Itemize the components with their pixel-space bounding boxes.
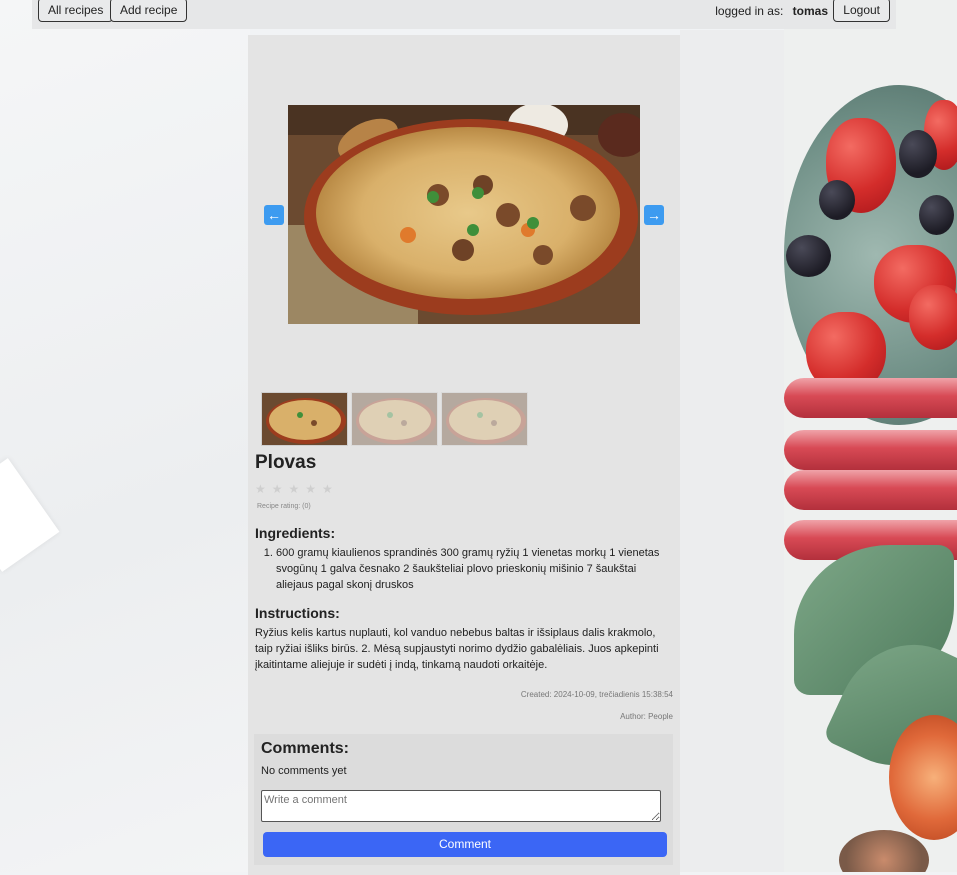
comments-section: Comments: No comments yet Comment	[254, 734, 673, 865]
author-name: Author: People	[620, 712, 673, 721]
instructions-text: Ryžius kelis kartus nuplauti, kol vanduo…	[255, 627, 659, 671]
login-status: logged in as: tomas	[715, 4, 828, 18]
star-rating[interactable]: ★★★★★	[255, 482, 339, 496]
ingredients-list: 600 gramų kiaulienos sprandinės 300 gram…	[276, 545, 666, 593]
instructions-heading: Instructions:	[255, 605, 340, 621]
arrow-right-icon[interactable]: →	[644, 205, 664, 225]
add-recipe-button[interactable]: Add recipe	[110, 0, 188, 22]
right-panel	[680, 30, 784, 872]
created-date: Created: 2024-10-09, trečiadienis 15:38:…	[520, 690, 673, 699]
logout-button[interactable]: Logout	[833, 0, 890, 22]
no-comments-text: No comments yet	[261, 765, 347, 777]
carousel-thumbnails	[261, 392, 528, 446]
background-food-image	[784, 0, 957, 872]
username: tomas	[792, 4, 828, 18]
all-recipes-button[interactable]: All recipes	[38, 0, 114, 22]
carousel-thumbnail-1[interactable]	[261, 392, 348, 446]
top-navbar: All recipes Add recipe logged in as: tom…	[32, 0, 896, 29]
comments-heading: Comments:	[261, 740, 350, 757]
comment-button[interactable]: Comment	[263, 832, 667, 857]
ingredients-heading: Ingredients:	[255, 525, 336, 541]
ingredient-item: 600 gramų kiaulienos sprandinės 300 gram…	[276, 545, 666, 593]
rating-text: Recipe rating: (0)	[257, 503, 311, 510]
comment-input[interactable]	[261, 790, 661, 822]
logged-in-label: logged in as:	[715, 4, 784, 18]
carousel-image	[288, 105, 640, 324]
recipe-card: ← → Plovas ★★★★★ Recipe rating: (0) Ingr…	[248, 35, 680, 875]
recipe-title: Plovas	[255, 452, 317, 473]
carousel-thumbnail-2[interactable]	[351, 392, 438, 446]
carousel-thumbnail-3[interactable]	[441, 392, 528, 446]
background-left	[0, 0, 250, 872]
arrow-left-icon[interactable]: ←	[264, 205, 284, 225]
